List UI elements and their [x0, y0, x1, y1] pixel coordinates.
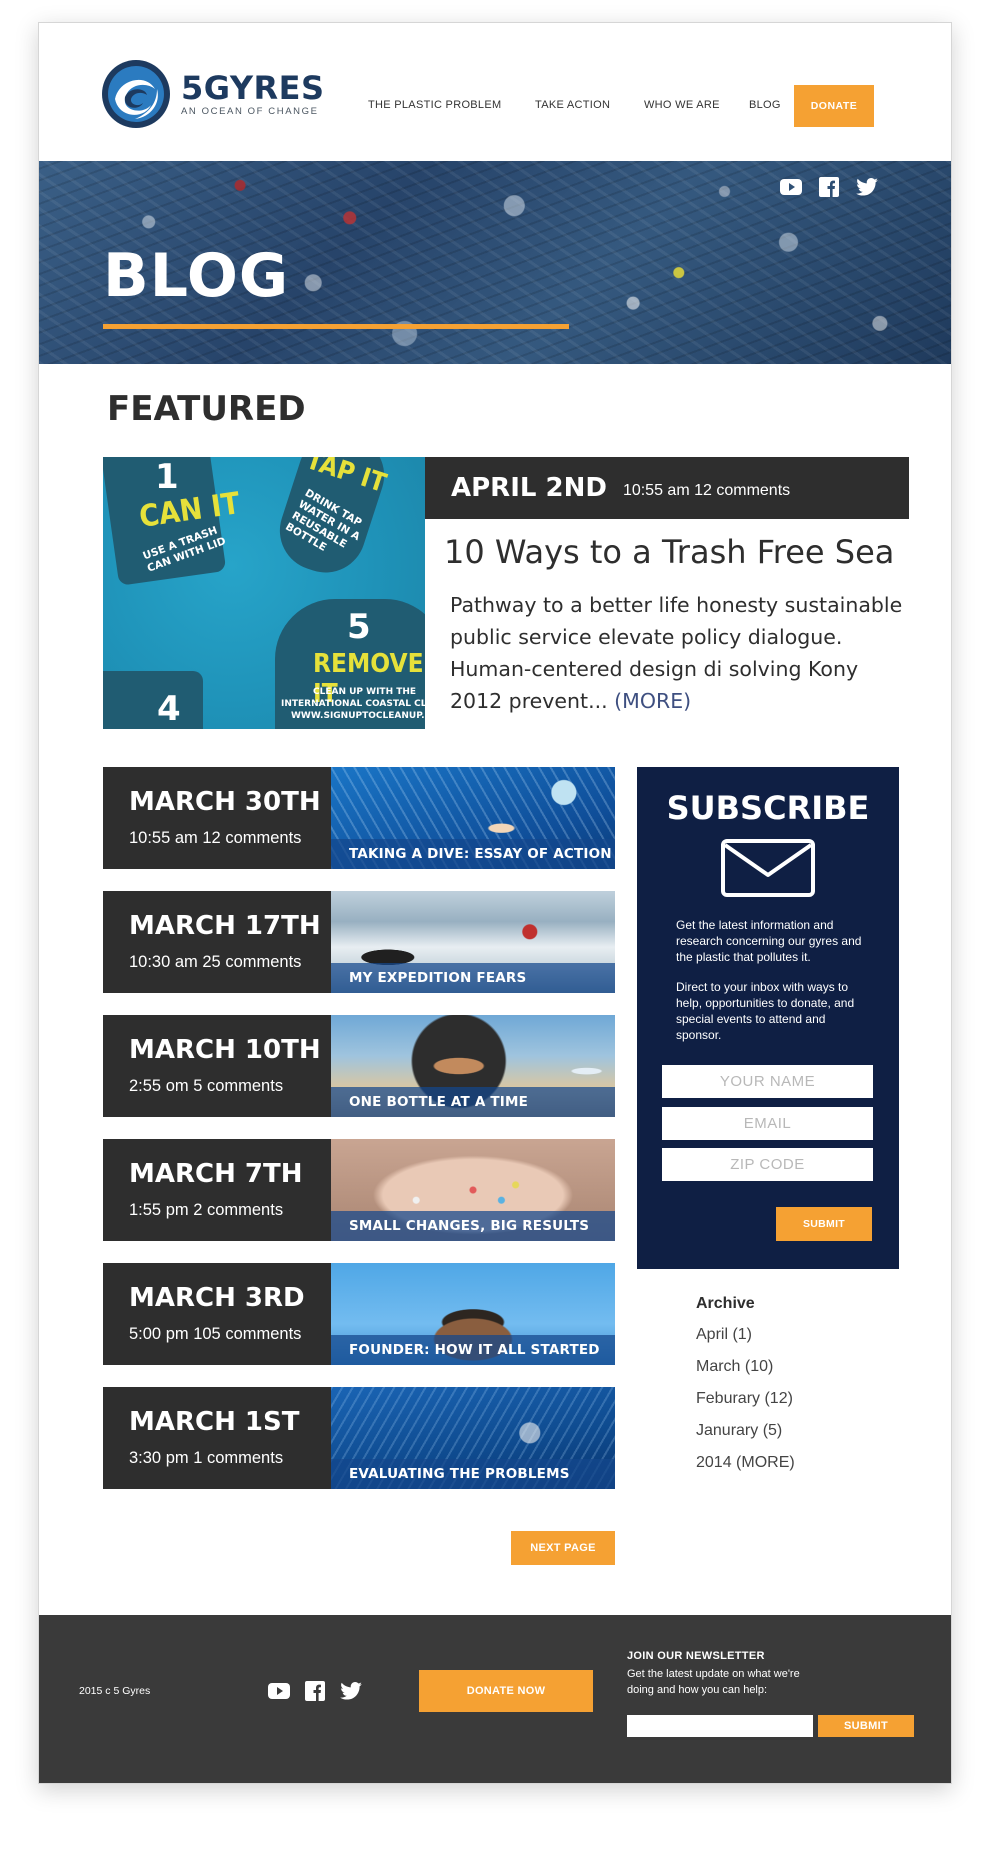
post-meta: 10:30 am 25 comments — [129, 953, 302, 971]
subscribe-panel: SUBSCRIBE Get the latest information and… — [637, 767, 899, 1269]
youtube-icon[interactable] — [267, 1679, 291, 1703]
post-date: MARCH 30TH — [129, 787, 321, 817]
archive-item[interactable]: Feburary (12) — [696, 1388, 795, 1420]
post-date: MARCH 7TH — [129, 1159, 303, 1189]
title-underline — [103, 324, 569, 329]
post-card[interactable]: MARCH 17TH 10:30 am 25 comments MY EXPED… — [103, 891, 615, 993]
name-field[interactable] — [662, 1065, 873, 1098]
email-field[interactable] — [662, 1107, 873, 1140]
donate-button[interactable]: DONATE — [794, 85, 874, 127]
newsletter-title: JOIN OUR NEWSLETTER — [627, 1650, 765, 1662]
image-remove-sub3: WWW.SIGNUPTOCLEANUP.ORG — [291, 711, 425, 721]
image-num-4: 4 — [157, 689, 181, 729]
post-image[interactable]: FOUNDER: HOW IT ALL STARTED — [331, 1263, 615, 1365]
subscribe-submit-button[interactable]: SUBMIT — [776, 1207, 872, 1241]
image-num-1: 1 — [155, 457, 179, 497]
hero-banner: BLOG — [39, 161, 951, 364]
nav-item-plastic-problem[interactable]: THE PLASTIC PROBLEM — [368, 99, 501, 111]
featured-more-link[interactable]: (MORE) — [614, 689, 691, 713]
archive-item[interactable]: 2014 (MORE) — [696, 1452, 795, 1484]
featured-image[interactable]: 1 CAN IT USE A TRASH CAN WITH LID TAP IT… — [103, 457, 425, 729]
twitter-icon[interactable] — [855, 175, 879, 199]
post-meta: 1:55 pm 2 comments — [129, 1201, 284, 1219]
archive-item[interactable]: April (1) — [696, 1324, 795, 1356]
nav-item-take-action[interactable]: TAKE ACTION — [535, 99, 610, 111]
post-card[interactable]: MARCH 1ST 3:30 pm 1 comments EVALUATING … — [103, 1387, 615, 1489]
facebook-icon[interactable] — [303, 1679, 327, 1703]
image-remove-sub2: INTERNATIONAL COASTAL CLEAN — [281, 699, 425, 709]
featured-title[interactable]: 10 Ways to a Trash Free Sea — [444, 533, 894, 571]
featured-date-bar: APRIL 2ND 10:55 am 12 comments — [425, 457, 909, 519]
page-title: BLOG — [103, 241, 290, 311]
post-date: MARCH 1ST — [129, 1407, 300, 1437]
post-date: MARCH 17TH — [129, 911, 321, 941]
newsletter-email-field[interactable] — [627, 1715, 813, 1737]
can-shape-2 — [103, 671, 203, 729]
site-footer: 2015 c 5 Gyres DONATE NOW JOIN OUR NEWSL… — [39, 1615, 951, 1783]
featured-meta: 10:55 am 12 comments — [622, 482, 791, 499]
archive-title: Archive — [696, 1295, 755, 1312]
site-header: 5GYRES AN OCEAN OF CHANGE THE PLASTIC PR… — [39, 23, 951, 161]
footer-social-links — [267, 1679, 363, 1703]
post-meta: 10:55 am 12 comments — [129, 829, 302, 847]
post-card[interactable]: MARCH 10TH 2:55 om 5 comments ONE BOTTLE… — [103, 1015, 615, 1117]
post-caption[interactable]: MY EXPEDITION FEARS — [331, 963, 615, 993]
facebook-icon[interactable] — [817, 175, 841, 199]
archive-item[interactable]: March (10) — [696, 1356, 795, 1388]
post-caption[interactable]: FOUNDER: HOW IT ALL STARTED — [331, 1335, 615, 1365]
featured-excerpt: Pathway to a better life honesty sustain… — [450, 589, 910, 717]
post-image[interactable]: TAKING A DIVE: ESSAY OF ACTION — [331, 767, 615, 869]
newsletter-submit-button[interactable]: SUBMIT — [818, 1715, 914, 1737]
nav-item-blog[interactable]: BLOG — [749, 99, 781, 111]
donate-now-button[interactable]: DONATE NOW — [419, 1670, 593, 1712]
post-date: MARCH 10TH — [129, 1035, 321, 1065]
post-image[interactable]: SMALL CHANGES, BIG RESULTS — [331, 1139, 615, 1241]
copyright: 2015 c 5 Gyres — [79, 1685, 151, 1697]
post-meta: 2:55 om 5 comments — [129, 1077, 284, 1095]
archive-list: Archive April (1) March (10) Feburary (1… — [696, 1295, 795, 1484]
post-card[interactable]: MARCH 7TH 1:55 pm 2 comments SMALL CHANG… — [103, 1139, 615, 1241]
post-image[interactable]: ONE BOTTLE AT A TIME — [331, 1015, 615, 1117]
archive-item[interactable]: Janurary (5) — [696, 1420, 795, 1452]
post-caption[interactable]: ONE BOTTLE AT A TIME — [331, 1087, 615, 1117]
subscribe-title: SUBSCRIBE — [666, 789, 870, 827]
post-caption[interactable]: SMALL CHANGES, BIG RESULTS — [331, 1211, 615, 1241]
subscribe-text-1: Get the latest information and research … — [676, 918, 862, 964]
youtube-icon[interactable] — [779, 175, 803, 199]
post-card[interactable]: MARCH 3RD 5:00 pm 105 comments FOUNDER: … — [103, 1263, 615, 1365]
envelope-icon — [721, 839, 815, 897]
image-num-5: 5 — [347, 607, 371, 647]
post-meta: 3:30 pm 1 comments — [129, 1449, 284, 1467]
newsletter-text: Get the latest update on what we're doin… — [627, 1668, 800, 1696]
zip-code-field[interactable] — [662, 1148, 873, 1181]
next-page-button[interactable]: NEXT PAGE — [511, 1531, 615, 1565]
header-social-links — [779, 175, 879, 199]
nav-item-who-we-are[interactable]: WHO WE ARE — [644, 99, 720, 111]
featured-date: APRIL 2ND — [451, 473, 607, 503]
twitter-icon[interactable] — [339, 1679, 363, 1703]
post-caption[interactable]: TAKING A DIVE: ESSAY OF ACTION — [331, 839, 615, 869]
post-image[interactable]: MY EXPEDITION FEARS — [331, 891, 615, 993]
post-date: MARCH 3RD — [129, 1283, 305, 1313]
post-meta: 5:00 pm 105 comments — [129, 1325, 302, 1343]
featured-heading: FEATURED — [107, 389, 306, 429]
post-card[interactable]: MARCH 30TH 10:55 am 12 comments TAKING A… — [103, 767, 615, 869]
subscribe-text-2: Direct to your inbox with ways to help, … — [676, 980, 855, 1042]
post-caption[interactable]: EVALUATING THE PROBLEMS — [331, 1459, 615, 1489]
page-card: 5GYRES AN OCEAN OF CHANGE THE PLASTIC PR… — [38, 22, 952, 1784]
post-image[interactable]: EVALUATING THE PROBLEMS — [331, 1387, 615, 1489]
image-remove-sub1: CLEAN UP WITH THE — [313, 687, 417, 697]
